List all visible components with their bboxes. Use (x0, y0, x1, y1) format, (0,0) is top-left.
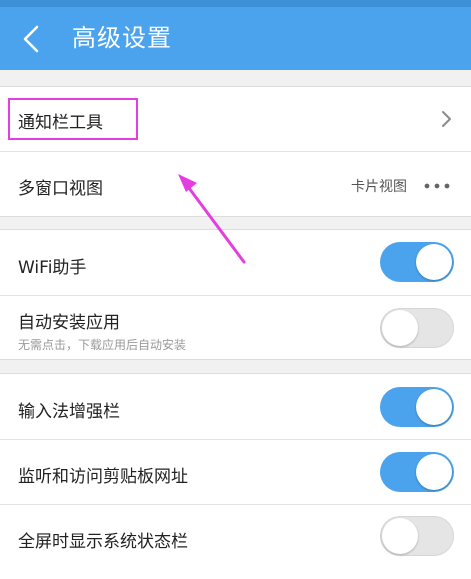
status-bar (0, 0, 471, 7)
chevron-right-icon (442, 111, 451, 127)
row-label: 通知栏工具 (18, 113, 103, 133)
row-label: 自动安装应用 (18, 313, 120, 333)
row-label: 输入法增强栏 (18, 402, 120, 422)
row-fullscreen-statusbar: 全屏时显示系统状态栏 (0, 505, 471, 571)
row-label: 监听和访问剪贴板网址 (18, 467, 188, 487)
settings-group-system: 输入法增强栏 监听和访问剪贴板网址 全屏时显示系统状态栏 (0, 373, 471, 579)
row-value: 卡片视图 (351, 179, 407, 195)
row-notification-tools[interactable]: 通知栏工具 (0, 87, 471, 152)
row-input-enhance-bar: 输入法增强栏 (0, 374, 471, 440)
wifi-assistant-toggle[interactable] (380, 242, 454, 282)
toggle-knob (382, 518, 418, 554)
chevron-left-icon (23, 25, 39, 53)
row-clipboard-url: 监听和访问剪贴板网址 (0, 440, 471, 505)
toggle-knob (382, 310, 418, 346)
fullscreen-statusbar-toggle[interactable] (380, 516, 454, 556)
back-button[interactable] (12, 17, 56, 61)
toggle-knob (416, 454, 452, 490)
row-label: 全屏时显示系统状态栏 (18, 532, 188, 552)
row-sublabel: 无需点击，下载应用后自动安装 (18, 338, 187, 352)
page-title: 高级设置 (72, 24, 172, 52)
input-enhance-toggle[interactable] (380, 387, 454, 427)
clipboard-url-toggle[interactable] (380, 452, 454, 492)
row-label: 多窗口视图 (18, 179, 103, 199)
auto-install-toggle[interactable] (380, 308, 454, 348)
more-horizontal-icon[interactable] (423, 182, 451, 190)
row-auto-install: 自动安装应用 无需点击，下载应用后自动安装 (0, 296, 471, 359)
row-wifi-assistant: WiFi助手 (0, 230, 471, 296)
row-label: WiFi助手 (18, 258, 87, 278)
row-multi-window-view[interactable]: 多窗口视图 卡片视图 (0, 152, 471, 216)
screen: 高级设置 通知栏工具 多窗口视图 卡片视图 WiFi助手 自动安装应用 无需点击… (0, 0, 471, 579)
settings-group-general: 通知栏工具 多窗口视图 卡片视图 (0, 86, 471, 217)
settings-group-network: WiFi助手 自动安装应用 无需点击，下载应用后自动安装 (0, 229, 471, 360)
toggle-knob (416, 244, 452, 280)
toggle-knob (416, 389, 452, 425)
app-header: 高级设置 (0, 7, 471, 70)
